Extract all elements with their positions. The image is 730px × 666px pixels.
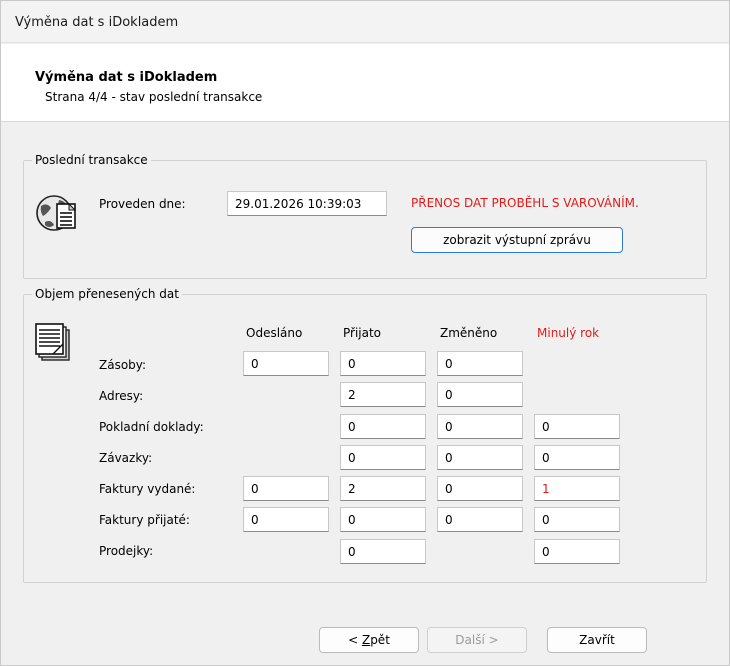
back-button-prefix: <: [348, 633, 362, 647]
document-stack-icon: [35, 323, 70, 361]
back-button[interactable]: < Zpět: [319, 627, 419, 653]
faktury-vydane-odeslano-field[interactable]: 0: [243, 476, 329, 501]
last-transaction-group: Poslední transakce: [23, 153, 707, 279]
transferred-volume-legend: Objem přenesených dat: [35, 287, 179, 301]
adresy-zmeneno-field[interactable]: 0: [437, 382, 523, 407]
page-title: Výměna dat s iDokladem: [35, 70, 218, 85]
back-button-accelerator: Z: [361, 633, 371, 647]
col-header-minuly-rok: Minulý rok: [537, 326, 600, 340]
faktury-prijate-prijato-field[interactable]: 0: [340, 507, 426, 532]
zavazky-zmeneno-field[interactable]: 0: [437, 445, 523, 470]
wizard-window: Výměna dat s iDokladem Výměna dat s iDok…: [0, 0, 730, 666]
faktury-prijate-zmeneno-field[interactable]: 0: [437, 507, 523, 532]
prodejky-minuly-rok-field[interactable]: 0: [534, 539, 620, 564]
executed-date-field[interactable]: 29.01.2026 10:39:03: [227, 191, 387, 216]
row-label-faktury-vydane: Faktury vydané:: [99, 482, 196, 496]
zasoby-prijato-field[interactable]: 0: [340, 351, 426, 376]
adresy-prijato-field[interactable]: 2: [340, 382, 426, 407]
row-label-prodejky: Prodejky:: [99, 544, 154, 558]
row-label-pokladni-doklady: Pokladní doklady:: [99, 420, 204, 434]
pokladni-doklady-prijato-field[interactable]: 0: [340, 414, 426, 439]
zavazky-prijato-field[interactable]: 0: [340, 445, 426, 470]
prodejky-prijato-field[interactable]: 0: [340, 539, 426, 564]
zasoby-odeslano-field[interactable]: 0: [243, 351, 329, 376]
col-header-zmeneno: Změněno: [440, 326, 498, 340]
zasoby-zmeneno-field[interactable]: 0: [437, 351, 523, 376]
back-button-text: pět: [370, 633, 390, 647]
faktury-vydane-prijato-field[interactable]: 2: [340, 476, 426, 501]
faktury-prijate-odeslano-field[interactable]: 0: [243, 507, 329, 532]
col-header-prijato: Přijato: [343, 326, 382, 340]
page-subtitle: Strana 4/4 - stav poslední transakce: [45, 90, 263, 104]
row-label-adresy: Adresy:: [99, 389, 144, 403]
pokladni-doklady-zmeneno-field[interactable]: 0: [437, 414, 523, 439]
faktury-vydane-minuly-rok-field[interactable]: 1: [534, 476, 620, 501]
zavazky-minuly-rok-field[interactable]: 0: [534, 445, 620, 470]
wizard-header: Výměna dat s iDokladem Strana 4/4 - stav…: [1, 44, 729, 122]
faktury-vydane-zmeneno-field[interactable]: 0: [437, 476, 523, 501]
row-label-zavazky: Závazky:: [99, 451, 153, 465]
next-button[interactable]: Další >: [427, 627, 527, 653]
close-button[interactable]: Zavřít: [547, 627, 647, 653]
globe-document-icon: [36, 195, 77, 231]
pokladni-doklady-minuly-rok-field[interactable]: 0: [534, 414, 620, 439]
last-transaction-legend: Poslední transakce: [35, 153, 148, 167]
show-output-message-button[interactable]: zobrazit výstupní zprávu: [411, 227, 623, 253]
executed-date-label: Proveden dne:: [99, 197, 186, 211]
faktury-prijate-minuly-rok-field[interactable]: 0: [534, 507, 620, 532]
transfer-status: PŘENOS DAT PROBĚHL S VAROVÁNÍM.: [411, 196, 639, 210]
title-bar[interactable]: Výměna dat s iDokladem: [1, 1, 729, 43]
row-label-zasoby: Zásoby:: [99, 358, 147, 372]
col-header-odeslano: Odesláno: [246, 326, 303, 340]
window-title: Výměna dat s iDokladem: [15, 15, 179, 30]
row-label-faktury-prijate: Faktury přijaté:: [99, 513, 190, 527]
